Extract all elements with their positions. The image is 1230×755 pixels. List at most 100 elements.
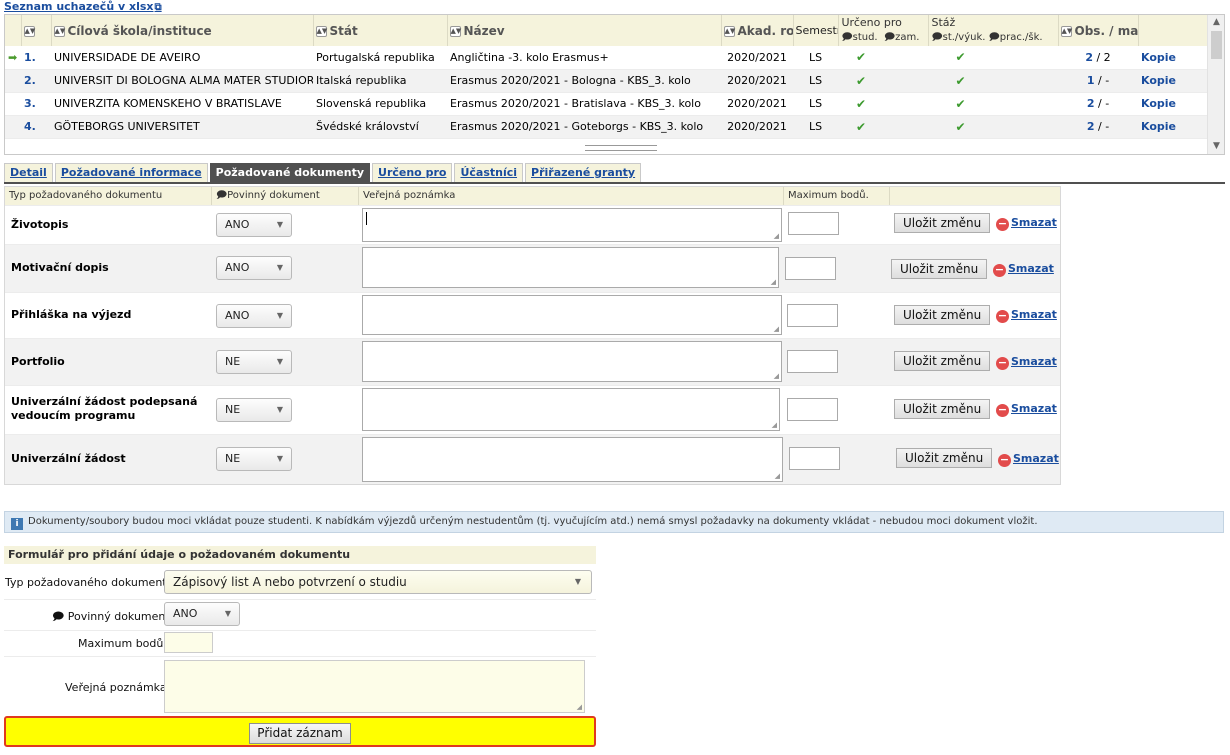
doc-row: Univerzální žádost podepsaná vedoucím pr…	[5, 385, 1060, 434]
save-change-button[interactable]: Uložit změnu	[894, 399, 991, 419]
copy-link[interactable]: Kopie	[1141, 97, 1176, 110]
document-type-select[interactable]: Zápisový list A nebo potvrzení o studiu ▼	[164, 570, 592, 594]
delete-icon: −	[998, 453, 1011, 467]
delete-link[interactable]: − Smazat	[996, 308, 1057, 323]
col-school[interactable]: ▲▼ Cílová škola/instituce	[51, 15, 314, 46]
max-points-input[interactable]	[787, 350, 838, 373]
table-row[interactable]: 2. UNIVERSIT DI BOLOGNA ALMA MATER STUDI…	[5, 69, 1209, 93]
tab-required-documents[interactable]: Požadované dokumenty	[209, 163, 371, 183]
export-xlsx-link[interactable]: Seznam uchazečů v xlsx⧉	[4, 0, 162, 13]
note-label: Veřejná poznámka	[65, 681, 167, 694]
doc-row: Univerzální žádost NE ▼ ◢ Uložit změnu − S…	[5, 434, 1060, 484]
occupancy-link[interactable]: 2	[1087, 97, 1095, 110]
delete-link[interactable]: − Smazat	[996, 402, 1057, 417]
mandatory-select[interactable]: ANO ▼	[216, 213, 292, 237]
check-icon: ✔	[955, 119, 966, 134]
col-year[interactable]: ▲▼Akad. rok	[721, 15, 794, 46]
sort-icon[interactable]: ▲▼	[1060, 26, 1072, 37]
max-points-input[interactable]	[787, 304, 838, 327]
applicants-grid: ▲▼ ▲▼ Cílová škola/instituce ▲▼ Stát ▲▼ Náz…	[4, 14, 1225, 155]
mandatory-select[interactable]: ANO ▼	[216, 304, 292, 328]
check-icon: ✔	[955, 73, 966, 88]
mandatory-label: 🗩 Povinný dokument	[52, 610, 170, 623]
copy-link[interactable]: Kopie	[1141, 120, 1176, 133]
detail-tabs: Detail Požadované informace Požadované d…	[4, 163, 643, 183]
mandatory-select[interactable]: NE ▼	[216, 447, 292, 471]
sort-icon[interactable]: ▲▼	[53, 26, 65, 37]
save-change-button[interactable]: Uložit změnu	[896, 448, 993, 468]
form-max-points-input[interactable]	[164, 632, 213, 653]
comment-icon: 🗩	[883, 32, 896, 43]
max-points-input[interactable]	[785, 257, 836, 280]
add-record-button[interactable]: Přidat záznam	[249, 723, 351, 744]
tab-intended-for[interactable]: Určeno pro	[372, 163, 453, 183]
col-copy	[1138, 15, 1209, 46]
scroll-up-icon[interactable]: ▲	[1208, 15, 1225, 30]
save-change-button[interactable]: Uložit změnu	[894, 305, 991, 325]
col-index[interactable]: ▲▼	[21, 15, 52, 46]
row-index-link[interactable]: 3.	[24, 97, 36, 110]
save-change-button[interactable]: Uložit změnu	[891, 259, 988, 279]
sort-icon[interactable]: ▲▼	[449, 26, 461, 37]
docs-header: Typ požadovaného dokumentu 🗩Povinný doku…	[5, 187, 1060, 205]
row-index-link[interactable]: 2.	[24, 74, 36, 87]
table-row[interactable]: 4. GÖTEBORGS UNIVERSITET Švédské královs…	[5, 115, 1209, 139]
max-points-input[interactable]	[787, 398, 838, 421]
mandatory-select[interactable]: NE ▼	[216, 398, 292, 422]
tab-required-info[interactable]: Požadované informace	[54, 163, 208, 183]
tab-detail[interactable]: Detail	[4, 163, 53, 183]
delete-link[interactable]: − Smazat	[996, 355, 1057, 370]
delete-link[interactable]: − Smazat	[993, 262, 1054, 277]
table-row[interactable]: ➡ 1. UNIVERSIDADE DE AVEIRO Portugalská …	[5, 46, 1209, 70]
delete-icon: −	[996, 356, 1009, 370]
resize-grip-icon: ◢	[771, 421, 777, 429]
occupancy-link[interactable]: 1	[1087, 74, 1095, 87]
grid-resize-handle[interactable]	[585, 145, 657, 151]
note-textarea[interactable]: ◢	[362, 341, 782, 382]
col-name[interactable]: ▲▼ Název	[447, 15, 722, 46]
row-index-link[interactable]: 4.	[24, 120, 36, 133]
add-document-form: Formulář pro přidání údaje o požadovaném…	[4, 546, 596, 751]
save-change-button[interactable]: Uložit změnu	[894, 213, 991, 233]
delete-icon: −	[996, 403, 1009, 417]
required-documents-table: Typ požadovaného dokumentu 🗩Povinný doku…	[4, 186, 1061, 485]
copy-link[interactable]: Kopie	[1141, 51, 1176, 64]
save-change-button[interactable]: Uložit změnu	[894, 351, 991, 371]
sort-icon[interactable]: ▲▼	[23, 25, 35, 37]
note-textarea[interactable]: ◢	[362, 208, 782, 242]
sort-icon[interactable]: ▲▼	[315, 26, 327, 37]
note-textarea[interactable]: ◢	[362, 437, 783, 482]
note-textarea[interactable]: ◢	[362, 247, 779, 288]
delete-link[interactable]: − Smazat	[996, 216, 1057, 231]
mandatory-select[interactable]: ANO ▼	[216, 256, 292, 280]
comment-icon: 🗩	[52, 610, 65, 623]
delete-icon: −	[996, 217, 1009, 231]
form-mandatory-select[interactable]: ANO ▼	[164, 602, 240, 626]
col-country[interactable]: ▲▼ Stát	[313, 15, 448, 46]
form-note-textarea[interactable]: ◢	[164, 660, 585, 713]
max-points-input[interactable]	[788, 212, 839, 235]
mandatory-select[interactable]: NE ▼	[216, 350, 292, 374]
table-row[interactable]: 3. UNIVERZITA KOMENSKEHO V BRATISLAVE Sl…	[5, 92, 1209, 116]
resize-grip-icon: ◢	[773, 372, 779, 380]
comment-icon: 🗩	[216, 190, 228, 201]
note-textarea[interactable]: ◢	[362, 295, 782, 335]
caret-down-icon: ▼	[224, 609, 231, 618]
delete-link[interactable]: − Smazat	[998, 452, 1059, 467]
caret-down-icon: ▼	[276, 220, 283, 229]
occupancy-link[interactable]: 2	[1085, 51, 1093, 64]
copy-link[interactable]: Kopie	[1141, 74, 1176, 87]
row-index-link[interactable]: 1.	[24, 51, 36, 64]
scrollbar-thumb[interactable]	[1211, 31, 1222, 59]
occupancy-link[interactable]: 2	[1087, 120, 1095, 133]
col-occupancy[interactable]: ▲▼Obs. / max	[1058, 15, 1139, 46]
tab-participants[interactable]: Účastníci	[454, 163, 524, 183]
sort-icon[interactable]: ▲▼	[723, 26, 735, 37]
grid-scrollbar[interactable]: ▲ ▼	[1207, 15, 1224, 154]
max-points-input[interactable]	[789, 447, 840, 470]
check-icon: ✔	[955, 50, 966, 65]
note-textarea[interactable]: ◢	[362, 388, 780, 431]
form-title: Formulář pro přidání údaje o požadovaném…	[4, 546, 596, 564]
scroll-down-icon[interactable]: ▼	[1208, 139, 1225, 154]
tab-grants[interactable]: Přiřazené granty	[525, 163, 642, 183]
